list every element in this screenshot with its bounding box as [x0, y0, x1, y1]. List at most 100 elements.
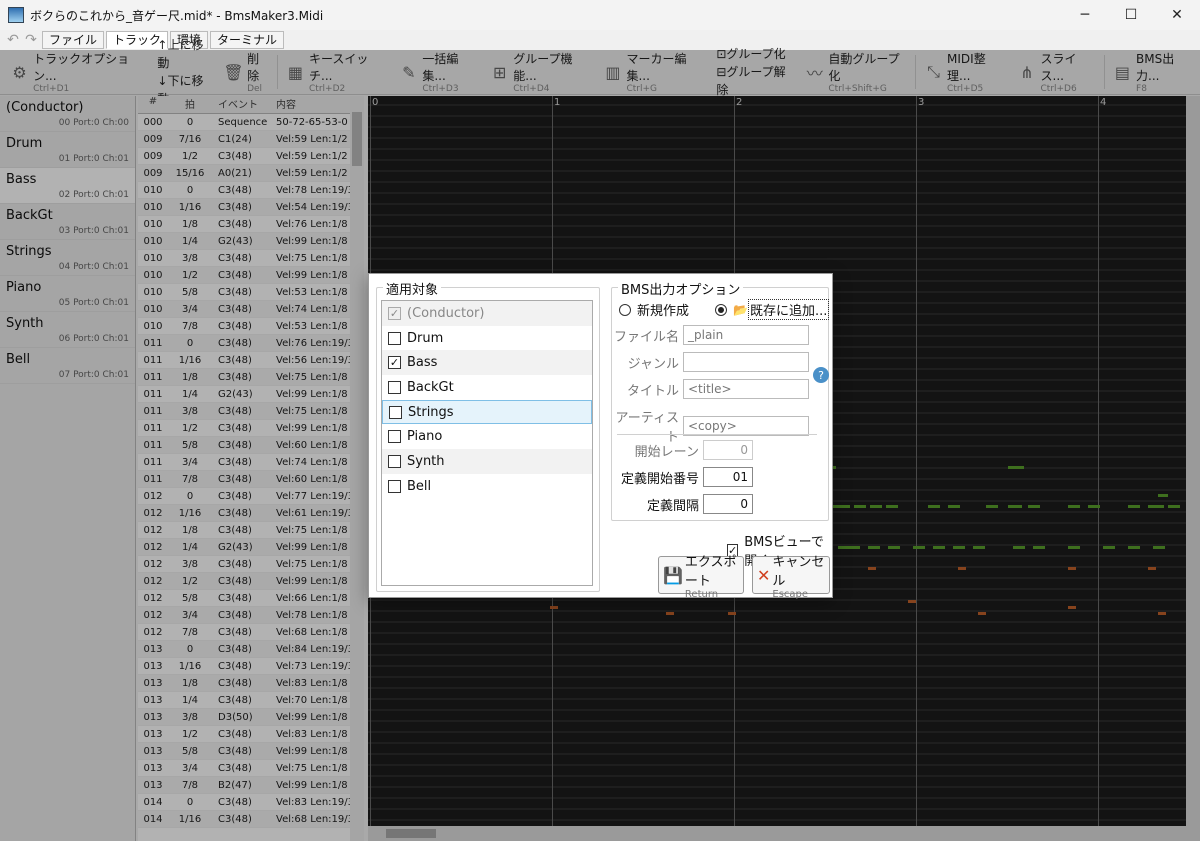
cancel-button[interactable]: ✕ キャンセル Escape [752, 555, 830, 600]
midi-note[interactable] [550, 606, 558, 609]
table-row[interactable]: 012 3/8 C3(48) Vel:75 Len:1/8 [138, 556, 350, 573]
midi-note[interactable] [886, 505, 898, 508]
midi-note[interactable] [1148, 505, 1164, 508]
midi-note[interactable] [1128, 546, 1140, 549]
midi-note[interactable] [1068, 505, 1080, 508]
table-row[interactable]: 012 3/4 C3(48) Vel:78 Len:1/8 [138, 607, 350, 624]
filename-field[interactable]: _plain [683, 325, 809, 345]
table-row[interactable]: 011 1/8 C3(48) Vel:75 Len:1/8 [138, 369, 350, 386]
track-item[interactable]: (Conductor) 00 Port:0 Ch:00 [0, 96, 135, 132]
table-row[interactable]: 013 1/2 C3(48) Vel:83 Len:1/8 [138, 726, 350, 743]
export-button[interactable]: 💾 エクスポート Return [658, 555, 744, 600]
midi-note[interactable] [870, 505, 882, 508]
midi-note[interactable] [854, 505, 866, 508]
track-item[interactable]: Bell 07 Port:0 Ch:01 [0, 348, 135, 384]
close-button[interactable]: ✕ [1154, 0, 1200, 30]
table-row[interactable]: 011 3/4 C3(48) Vel:74 Len:1/8 [138, 454, 350, 471]
minimize-button[interactable]: ─ [1062, 0, 1108, 30]
midi-note[interactable] [908, 600, 916, 603]
target-checkbox[interactable] [388, 430, 401, 444]
marker-edit-button[interactable]: ▥ マーカー編集... Ctrl+G [597, 52, 711, 94]
maximize-button[interactable]: ☐ [1108, 0, 1154, 30]
target-item[interactable]: Bell [382, 474, 592, 499]
key-switch-button[interactable]: ▦ キースイッチ... Ctrl+D2 [280, 52, 393, 94]
midi-note[interactable] [868, 567, 876, 570]
roll-vscrollbar[interactable] [1186, 96, 1200, 841]
midi-note[interactable] [1148, 567, 1156, 570]
table-row[interactable]: 010 1/4 G2(43) Vel:99 Len:1/8 [138, 233, 350, 250]
radio-new-label[interactable]: 新規作成 [637, 300, 689, 319]
delete-button[interactable]: 🗑 削除 Del [218, 52, 275, 94]
target-item[interactable]: Drum [382, 326, 592, 351]
def-interval-field[interactable]: 0 [703, 494, 753, 514]
table-row[interactable]: 009 1/2 C3(48) Vel:59 Len:1/2 [138, 148, 350, 165]
table-row[interactable]: 012 1/2 C3(48) Vel:99 Len:1/8 [138, 573, 350, 590]
midi-note[interactable] [1103, 546, 1115, 549]
track-item[interactable]: Strings 04 Port:0 Ch:01 [0, 240, 135, 276]
genre-field[interactable] [683, 352, 809, 372]
table-row[interactable]: 011 7/8 C3(48) Vel:60 Len:1/8 [138, 471, 350, 488]
midi-note[interactable] [1068, 546, 1080, 549]
table-row[interactable]: 013 0 C3(48) Vel:84 Len:19/3 [138, 641, 350, 658]
midi-note[interactable] [1128, 505, 1140, 508]
def-start-field[interactable]: 01 [703, 467, 753, 487]
track-options-button[interactable]: ⚙ トラックオプション... Ctrl+D1 [4, 52, 152, 94]
ungroup-button[interactable]: ⊟グループ解除 [716, 63, 794, 99]
midi-note[interactable] [1088, 505, 1100, 508]
table-row[interactable]: 013 3/8 D3(50) Vel:99 Len:1/8 [138, 709, 350, 726]
target-item[interactable]: Strings [382, 399, 592, 425]
target-checkbox[interactable] [388, 479, 401, 493]
table-row[interactable]: 012 1/8 C3(48) Vel:75 Len:1/8 [138, 522, 350, 539]
target-item[interactable]: ✓ Bass [382, 350, 592, 376]
midi-note[interactable] [958, 567, 966, 570]
track-item[interactable]: Bass 02 Port:0 Ch:01 [0, 168, 135, 204]
midi-note[interactable] [933, 546, 945, 549]
midi-note[interactable] [1028, 505, 1040, 508]
help-icon[interactable]: ? [813, 367, 829, 383]
midi-note[interactable] [1008, 466, 1024, 469]
midi-note[interactable] [1033, 546, 1045, 549]
table-row[interactable]: 012 5/8 C3(48) Vel:66 Len:1/8 [138, 590, 350, 607]
midi-note[interactable] [1008, 505, 1022, 508]
track-item[interactable]: Drum 01 Port:0 Ch:01 [0, 132, 135, 168]
target-item[interactable]: Piano [382, 424, 592, 449]
table-row[interactable]: 013 1/8 C3(48) Vel:83 Len:1/8 [138, 675, 350, 692]
table-row[interactable]: 011 1/4 G2(43) Vel:99 Len:1/8 [138, 386, 350, 403]
midi-note[interactable] [848, 546, 860, 549]
midi-note[interactable] [1068, 606, 1076, 609]
slice-button[interactable]: ⋔ スライス... Ctrl+D6 [1011, 52, 1102, 94]
midi-note[interactable] [1013, 546, 1025, 549]
table-row[interactable]: 011 1/16 C3(48) Vel:56 Len:19/3 [138, 352, 350, 369]
artist-field[interactable]: <copy> [683, 416, 809, 436]
track-item[interactable]: Piano 05 Port:0 Ch:01 [0, 276, 135, 312]
table-row[interactable]: 010 3/4 C3(48) Vel:74 Len:1/8 [138, 301, 350, 318]
midi-note[interactable] [868, 546, 880, 549]
table-row[interactable]: 012 0 C3(48) Vel:77 Len:19/3 [138, 488, 350, 505]
move-up-button[interactable]: ↑上に移動 [157, 36, 213, 72]
table-row[interactable]: 013 7/8 B2(47) Vel:99 Len:1/8 [138, 777, 350, 794]
midi-note[interactable] [978, 612, 986, 615]
track-item[interactable]: Synth 06 Port:0 Ch:01 [0, 312, 135, 348]
table-row[interactable]: 010 3/8 C3(48) Vel:75 Len:1/8 [138, 250, 350, 267]
table-row[interactable]: 010 5/8 C3(48) Vel:53 Len:1/8 [138, 284, 350, 301]
target-item[interactable]: Synth [382, 449, 592, 474]
radio-append[interactable] [715, 303, 728, 316]
midi-note[interactable] [1153, 546, 1165, 549]
midi-note[interactable] [948, 505, 960, 508]
table-row[interactable]: 014 0 C3(48) Vel:83 Len:19/3 [138, 794, 350, 811]
table-row[interactable]: 009 7/16 C1(24) Vel:59 Len:1/2 [138, 131, 350, 148]
midi-note[interactable] [888, 546, 900, 549]
target-checkbox[interactable] [388, 380, 401, 394]
radio-append-label[interactable]: 既存に追加... [747, 299, 830, 320]
bulk-edit-button[interactable]: ✎ 一括編集... Ctrl+D3 [393, 52, 484, 94]
tab-file[interactable]: ファイル [42, 31, 105, 49]
midi-note[interactable] [986, 505, 998, 508]
midi-note[interactable] [1068, 567, 1076, 570]
undo-icon[interactable]: ↶ [4, 32, 22, 48]
col-header-beat[interactable]: 拍 [168, 96, 212, 113]
midi-note[interactable] [1168, 505, 1180, 508]
table-row[interactable]: 009 15/16 A0(21) Vel:59 Len:1/2 [138, 165, 350, 182]
tab-terminal[interactable]: ターミナル [210, 31, 285, 49]
table-row[interactable]: 012 1/16 C3(48) Vel:61 Len:19/3 [138, 505, 350, 522]
scroll-thumb[interactable] [386, 829, 436, 838]
